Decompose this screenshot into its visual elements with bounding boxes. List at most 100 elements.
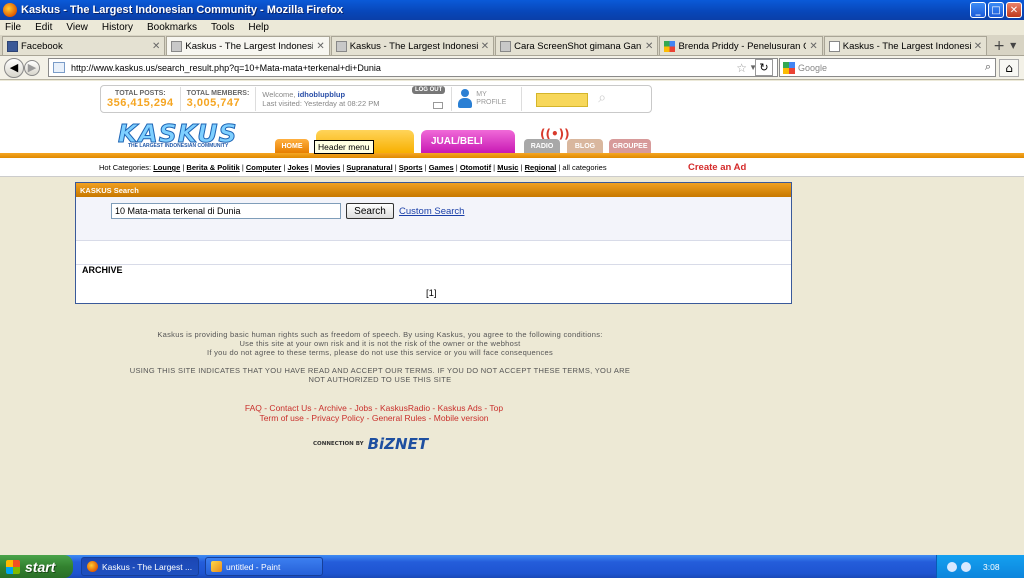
menu-help[interactable]: Help bbox=[248, 22, 269, 33]
menu-tools[interactable]: Tools bbox=[211, 22, 234, 33]
tab-google-search[interactable]: Brenda Priddy - Penelusuran Google ✕ bbox=[659, 36, 823, 55]
tab-facebook[interactable]: Facebook ✕ bbox=[2, 36, 166, 55]
tab-close-icon[interactable]: ✕ bbox=[316, 41, 324, 52]
my-profile-link[interactable]: MY PROFILE bbox=[452, 87, 523, 111]
hot-category-link[interactable]: Games bbox=[429, 163, 454, 172]
new-tab-button[interactable]: + bbox=[988, 36, 1010, 55]
search-bar[interactable]: Google ⌕ bbox=[779, 58, 996, 77]
hot-category-link[interactable]: Otomotif bbox=[460, 163, 491, 172]
nav-home-tab[interactable]: HOME bbox=[275, 139, 309, 153]
create-ad-link[interactable]: Create an Ad bbox=[688, 162, 746, 173]
tab-label: Cara ScreenShot gimana Gan? - K... bbox=[514, 40, 642, 52]
windows-taskbar: start Kaskus - The Largest ... untitled … bbox=[0, 555, 1024, 578]
hot-category-link[interactable]: Movies bbox=[315, 163, 340, 172]
taskbar-item-firefox[interactable]: Kaskus - The Largest ... bbox=[81, 557, 199, 576]
window-title-bar[interactable]: Kaskus - The Largest Indonesian Communit… bbox=[0, 0, 1024, 20]
username-link[interactable]: idhoblupblup bbox=[298, 90, 345, 99]
tab-cara-screenshot[interactable]: Cara ScreenShot gimana Gan? - K... ✕ bbox=[495, 36, 659, 55]
network-icon[interactable] bbox=[947, 561, 957, 572]
hot-categories-label: Hot Categories: bbox=[99, 163, 152, 172]
welcome-prefix: Welcome, bbox=[262, 90, 296, 99]
connection-label: CONNECTION BY bbox=[313, 441, 364, 447]
tab-kaskus-active[interactable]: Kaskus - The Largest Indonesian C... ✕ bbox=[166, 36, 330, 55]
menu-history[interactable]: History bbox=[102, 22, 133, 33]
window-title: Kaskus - The Largest Indonesian Communit… bbox=[21, 4, 344, 16]
system-tray: 3:08 bbox=[936, 555, 1024, 578]
forward-button[interactable]: ▶ bbox=[24, 59, 40, 76]
all-categories-link[interactable]: all categories bbox=[562, 163, 606, 172]
hot-category-link[interactable]: Sports bbox=[399, 163, 423, 172]
tab-close-icon[interactable]: ✕ bbox=[645, 41, 653, 52]
close-button[interactable]: ✕ bbox=[1006, 2, 1022, 18]
biznet-logo[interactable]: BiZNET bbox=[368, 435, 428, 453]
search-query-input[interactable]: 10 Mata-mata terkenal di Dunia bbox=[111, 203, 341, 219]
clock[interactable]: 3:08 bbox=[983, 562, 1000, 572]
hot-category-link[interactable]: Computer bbox=[246, 163, 281, 172]
total-posts-label: TOTAL POSTS: bbox=[115, 89, 166, 97]
start-button[interactable]: start bbox=[0, 555, 73, 578]
hot-category-link[interactable]: Berita & Politik bbox=[186, 163, 239, 172]
logo-tagline: THE LARGEST INDONESIAN COMMUNITY bbox=[128, 143, 229, 149]
search-icon[interactable]: ⌕ bbox=[598, 89, 618, 109]
home-button[interactable]: ⌂ bbox=[999, 59, 1019, 77]
tab-close-icon[interactable]: ✕ bbox=[974, 41, 982, 52]
mail-icon[interactable] bbox=[433, 102, 444, 109]
volume-icon[interactable] bbox=[961, 561, 971, 572]
bookmark-star-icon[interactable]: ☆ bbox=[736, 61, 747, 75]
nav-radio-tab[interactable]: RADIO bbox=[524, 139, 560, 153]
site-search-widget: ⌕ bbox=[522, 87, 632, 111]
window-controls: _ □ ✕ bbox=[970, 2, 1022, 18]
start-label: start bbox=[25, 558, 56, 575]
minimize-button[interactable]: _ bbox=[970, 2, 986, 18]
paint-icon bbox=[211, 561, 222, 572]
google-icon bbox=[783, 61, 795, 74]
page-link[interactable]: [1] bbox=[426, 288, 437, 299]
site-search-input[interactable] bbox=[536, 93, 589, 107]
footer-links-1[interactable]: FAQ - Contact Us - Archive - Jobs - Kask… bbox=[0, 403, 748, 413]
nav-groupee-tab[interactable]: GROUPEE bbox=[609, 139, 651, 153]
page-icon bbox=[171, 40, 183, 52]
footer-links-2[interactable]: Term of use - Privacy Policy - General R… bbox=[0, 413, 748, 423]
archive-heading: ARCHIVE bbox=[82, 265, 123, 275]
nav-blog-tab[interactable]: BLOG bbox=[567, 139, 603, 153]
nav-jualbeli-tab[interactable]: JUAL/BELI bbox=[421, 130, 515, 153]
tab-label: Kaskus - The Largest Indonesian C... bbox=[842, 40, 971, 52]
menu-file[interactable]: File bbox=[5, 22, 21, 33]
last-visited: Last visited: Yesterday at 08:22 PM bbox=[262, 99, 380, 108]
tab-kaskus-2[interactable]: Kaskus - The Largest Indonesian C... ✕ bbox=[330, 36, 495, 55]
tab-close-icon[interactable]: ✕ bbox=[481, 41, 489, 52]
total-members: TOTAL MEMBERS: 3,005,747 bbox=[181, 87, 257, 111]
url-bar[interactable]: http://www.kaskus.us/search_result.php?q… bbox=[48, 58, 778, 77]
menu-edit[interactable]: Edit bbox=[35, 22, 52, 33]
hot-category-link[interactable]: Music bbox=[497, 163, 518, 172]
hot-category-link[interactable]: Regional bbox=[525, 163, 557, 172]
footer-line-3: If you do not agree to these terms, plea… bbox=[206, 348, 554, 357]
web-page: TOTAL POSTS: 356,415,294 TOTAL MEMBERS: … bbox=[0, 81, 1024, 555]
search-icon[interactable]: ⌕ bbox=[985, 61, 991, 74]
tab-label: Kaskus - The Largest Indonesian C... bbox=[185, 40, 313, 52]
search-button[interactable]: Search bbox=[346, 203, 394, 219]
tab-close-icon[interactable]: ✕ bbox=[152, 41, 160, 52]
tab-close-icon[interactable]: ✕ bbox=[809, 41, 817, 52]
search-panel-title: KASKUS Search bbox=[76, 183, 791, 197]
logout-button[interactable]: LOG OUT bbox=[411, 86, 446, 94]
search-placeholder: Google bbox=[798, 62, 828, 73]
hot-category-link[interactable]: Jokes bbox=[287, 163, 308, 172]
footer-line-5: NOT AUTHORIZED TO USE THIS SITE bbox=[308, 375, 452, 384]
tab-kaskus-3[interactable]: Kaskus - The Largest Indonesian C... ✕ bbox=[823, 36, 988, 55]
back-button[interactable]: ◀ bbox=[4, 57, 24, 78]
document-icon bbox=[828, 40, 840, 52]
taskbar-item-paint[interactable]: untitled - Paint bbox=[205, 557, 323, 576]
reload-button[interactable]: ↻ bbox=[755, 59, 773, 76]
tab-list-chevron-icon[interactable]: ▼ bbox=[1010, 36, 1024, 55]
menu-bookmarks[interactable]: Bookmarks bbox=[147, 22, 197, 33]
menu-bar: File Edit View History Bookmarks Tools H… bbox=[0, 20, 1024, 35]
hot-category-link[interactable]: Lounge bbox=[153, 163, 180, 172]
footer-line-1: Kaskus is providing basic human rights s… bbox=[157, 330, 603, 339]
hot-category-link[interactable]: Supranatural bbox=[346, 163, 392, 172]
page-icon bbox=[335, 40, 347, 52]
menu-view[interactable]: View bbox=[66, 22, 88, 33]
maximize-button[interactable]: □ bbox=[988, 2, 1004, 18]
custom-search-link[interactable]: Custom Search bbox=[399, 206, 464, 217]
footer-line-4: USING THIS SITE INDICATES THAT YOU HAVE … bbox=[129, 366, 631, 375]
